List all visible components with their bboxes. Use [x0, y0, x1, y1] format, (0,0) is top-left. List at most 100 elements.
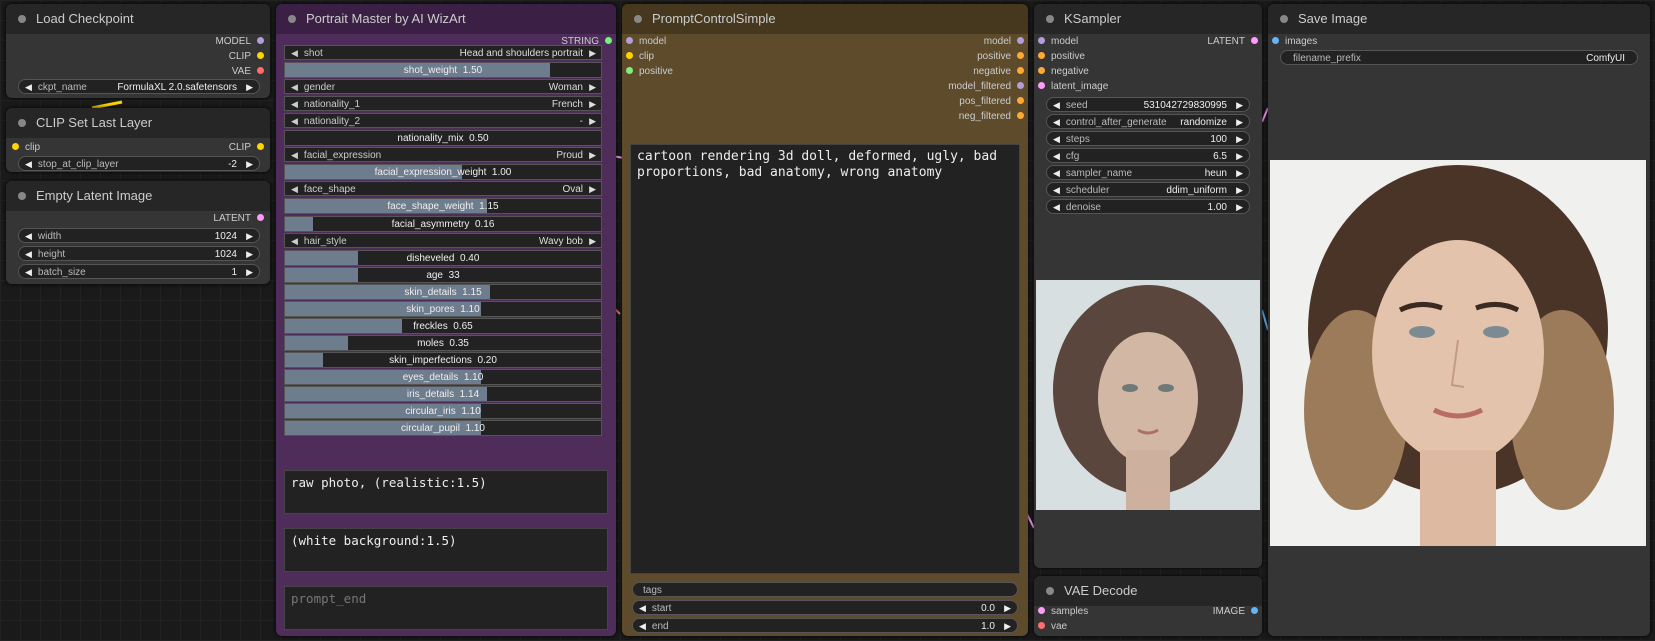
- arrow-right-icon[interactable]: ▶: [589, 46, 596, 59]
- output-vae[interactable]: VAE: [232, 64, 264, 79]
- prompt-start-textarea[interactable]: raw photo, (realistic:1.5): [284, 470, 608, 514]
- input-model[interactable]: model: [1038, 34, 1078, 49]
- nationality-2-widget[interactable]: ◀ nationality_2 - ▶: [284, 113, 602, 128]
- shot-weight-widget[interactable]: shot_weight 1.50: [284, 62, 602, 78]
- arrow-right-icon[interactable]: ▶: [589, 182, 596, 195]
- stop-at-clip-layer-widget[interactable]: ◀ stop_at_clip_layer -2 ▶: [18, 156, 260, 171]
- face-shape-widget[interactable]: ◀ face_shape Oval ▶: [284, 181, 602, 196]
- node-collapse-dot[interactable]: [288, 14, 296, 23]
- cfg-widget[interactable]: ◀ cfg 6.5 ▶: [1046, 148, 1250, 163]
- socket-dot[interactable]: [1038, 36, 1045, 44]
- arrow-right-icon[interactable]: ▶: [1236, 166, 1243, 179]
- arrow-left-icon[interactable]: ◀: [291, 82, 298, 92]
- arrow-right-icon[interactable]: ▶: [589, 80, 596, 93]
- input-latent-image[interactable]: latent_image: [1038, 79, 1108, 94]
- arrow-right-icon[interactable]: ▶: [246, 229, 253, 242]
- start-widget[interactable]: ◀ start 0.0 ▶: [632, 600, 1018, 615]
- socket-dot[interactable]: [257, 142, 264, 150]
- arrow-left-icon[interactable]: ◀: [25, 267, 32, 277]
- empty-latent-image-node[interactable]: Empty Latent Image LATENT ◀ width 1024 ▶ …: [6, 181, 270, 284]
- arrow-left-icon[interactable]: ◀: [639, 621, 646, 631]
- shot-widget[interactable]: ◀ shot Head and shoulders portrait ▶: [284, 45, 602, 60]
- socket-dot[interactable]: [1038, 606, 1045, 614]
- output-pos-filtered[interactable]: pos_filtered: [959, 94, 1024, 109]
- portrait-master-title[interactable]: Portrait Master by AI WizArt: [276, 4, 616, 34]
- age-widget[interactable]: age 33: [284, 267, 602, 283]
- output-negative[interactable]: negative: [973, 64, 1024, 79]
- node-collapse-dot[interactable]: [1046, 14, 1054, 23]
- input-model[interactable]: model: [626, 34, 666, 49]
- circular-iris-widget[interactable]: circular_iris 1.10: [284, 403, 602, 419]
- input-clip[interactable]: clip: [12, 140, 40, 155]
- seed-widget[interactable]: ◀ seed 531042729830995 ▶: [1046, 97, 1250, 112]
- width-widget[interactable]: ◀ width 1024 ▶: [18, 228, 260, 243]
- arrow-right-icon[interactable]: ▶: [246, 265, 253, 278]
- arrow-right-icon[interactable]: ▶: [1236, 200, 1243, 213]
- negative-prompt-textarea[interactable]: cartoon rendering 3d doll, deformed, ugl…: [630, 144, 1020, 574]
- hair-style-widget[interactable]: ◀ hair_style Wavy bob ▶: [284, 233, 602, 248]
- eyes-details-widget[interactable]: eyes_details 1.10: [284, 369, 602, 385]
- arrow-left-icon[interactable]: ◀: [291, 116, 298, 126]
- moles-widget[interactable]: moles 0.35: [284, 335, 602, 351]
- disheveled-widget[interactable]: disheveled 0.40: [284, 250, 602, 266]
- socket-dot[interactable]: [1017, 111, 1024, 119]
- socket-dot[interactable]: [257, 51, 264, 59]
- scheduler-widget[interactable]: ◀ scheduler ddim_uniform ▶: [1046, 182, 1250, 197]
- arrow-left-icon[interactable]: ◀: [25, 82, 32, 92]
- arrow-left-icon[interactable]: ◀: [1053, 202, 1060, 212]
- socket-dot[interactable]: [1017, 81, 1024, 89]
- face-shape-weight-widget[interactable]: face_shape_weight 1.15: [284, 198, 602, 214]
- arrow-right-icon[interactable]: ▶: [1236, 98, 1243, 111]
- socket-dot[interactable]: [1272, 36, 1279, 44]
- node-collapse-dot[interactable]: [18, 14, 26, 23]
- clip-set-last-layer-title[interactable]: CLIP Set Last Layer: [6, 108, 270, 138]
- input-clip[interactable]: clip: [626, 49, 654, 64]
- socket-dot[interactable]: [1038, 51, 1045, 59]
- arrow-right-icon[interactable]: ▶: [589, 97, 596, 110]
- input-negative[interactable]: negative: [1038, 64, 1089, 79]
- ksampler-node[interactable]: KSampler model positive negative latent_…: [1034, 4, 1262, 568]
- input-samples[interactable]: samples: [1038, 604, 1088, 619]
- sampler-name-widget[interactable]: ◀ sampler_name heun ▶: [1046, 165, 1250, 180]
- socket-dot[interactable]: [1017, 66, 1024, 74]
- arrow-left-icon[interactable]: ◀: [1053, 100, 1060, 110]
- arrow-right-icon[interactable]: ▶: [1004, 601, 1011, 614]
- socket-dot[interactable]: [626, 51, 633, 59]
- end-widget[interactable]: ◀ end 1.0 ▶: [632, 618, 1018, 633]
- prompt-control-simple-node[interactable]: PromptControlSimple model clip positive …: [622, 4, 1028, 636]
- socket-dot[interactable]: [12, 142, 19, 150]
- arrow-right-icon[interactable]: ▶: [1236, 183, 1243, 196]
- nationality-mix-widget[interactable]: nationality_mix 0.50: [284, 130, 602, 146]
- tags-widget[interactable]: tags: [632, 582, 1018, 597]
- output-model[interactable]: MODEL: [215, 34, 264, 49]
- node-collapse-dot[interactable]: [634, 14, 642, 23]
- arrow-right-icon[interactable]: ▶: [1004, 619, 1011, 632]
- prompt-additional-textarea[interactable]: (white background:1.5): [284, 528, 608, 572]
- facial-asymmetry-widget[interactable]: facial_asymmetry 0.16: [284, 216, 602, 232]
- input-images[interactable]: images: [1272, 34, 1317, 49]
- socket-dot[interactable]: [1038, 66, 1045, 74]
- arrow-left-icon[interactable]: ◀: [291, 99, 298, 109]
- empty-latent-title[interactable]: Empty Latent Image: [6, 181, 270, 211]
- arrow-right-icon[interactable]: ▶: [589, 234, 596, 247]
- input-positive[interactable]: positive: [1038, 49, 1085, 64]
- prompt-control-title[interactable]: PromptControlSimple: [622, 4, 1028, 34]
- vae-decode-title[interactable]: VAE Decode: [1034, 576, 1262, 606]
- socket-dot[interactable]: [1017, 96, 1024, 104]
- skin-imperfections-widget[interactable]: skin_imperfections 0.20: [284, 352, 602, 368]
- node-collapse-dot[interactable]: [18, 191, 26, 200]
- arrow-right-icon[interactable]: ▶: [246, 247, 253, 260]
- load-checkpoint-title[interactable]: Load Checkpoint: [6, 4, 270, 34]
- node-collapse-dot[interactable]: [1280, 14, 1288, 23]
- socket-dot[interactable]: [1038, 81, 1045, 89]
- nationality-1-widget[interactable]: ◀ nationality_1 French ▶: [284, 96, 602, 111]
- socket-dot[interactable]: [1038, 621, 1045, 629]
- save-image-node[interactable]: Save Image images filename_prefix ComfyU…: [1268, 4, 1650, 636]
- node-collapse-dot[interactable]: [1046, 586, 1054, 595]
- gender-widget[interactable]: ◀ gender Woman ▶: [284, 79, 602, 94]
- output-neg-filtered[interactable]: neg_filtered: [959, 109, 1024, 124]
- arrow-left-icon[interactable]: ◀: [1053, 134, 1060, 144]
- control-after-generate-widget[interactable]: ◀ control_after_generate randomize ▶: [1046, 114, 1250, 129]
- batch-size-widget[interactable]: ◀ batch_size 1 ▶: [18, 264, 260, 279]
- arrow-left-icon[interactable]: ◀: [291, 150, 298, 160]
